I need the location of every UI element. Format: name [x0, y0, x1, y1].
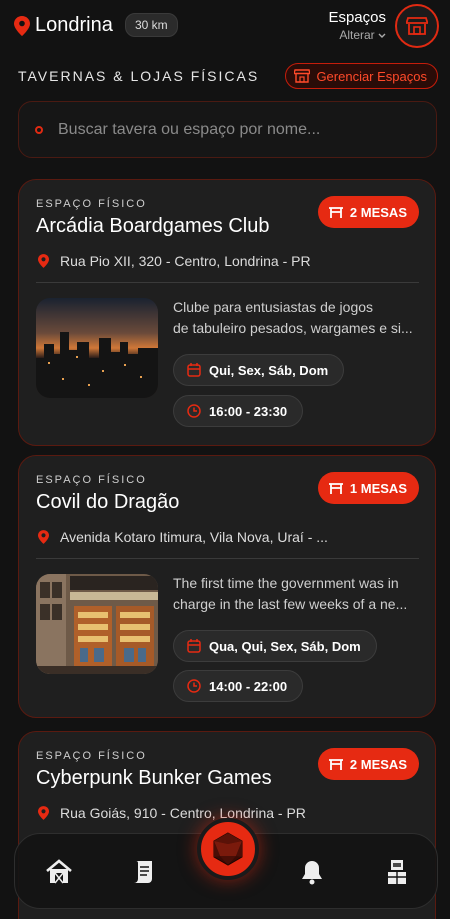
venue-photo-shopfront [36, 574, 158, 674]
location-pin-icon [38, 254, 49, 268]
radius-badge[interactable]: 30 km [125, 13, 178, 37]
tavern-icon [46, 859, 72, 884]
search-box[interactable] [18, 101, 437, 158]
calendar-icon [187, 639, 201, 653]
venue-kind: ESPAÇO FÍSICO [36, 750, 147, 762]
venue-card[interactable]: ESPAÇO FÍSICO Arcádia Boardgames Club 2 … [18, 179, 436, 446]
nav-taverns[interactable] [43, 856, 75, 888]
top-header: Londrina 30 km Espaços Alterar [0, 0, 450, 56]
venue-photo-city-sunset [36, 298, 158, 398]
venue-name: Arcádia Boardgames Club [36, 215, 270, 237]
venue-address: Avenida Kotaro Itimura, Vila Nova, Uraí … [38, 529, 328, 545]
venue-kind: ESPAÇO FÍSICO [36, 474, 147, 486]
store-button[interactable] [395, 4, 439, 48]
days-chip: Qui, Sex, Sáb, Dom [173, 354, 345, 386]
days-chip: Qua, Qui, Sex, Sáb, Dom [173, 630, 377, 662]
tables-badge: 2 MESAS [317, 196, 419, 228]
venue-name: Covil do Dragão [36, 491, 180, 513]
search-input[interactable] [58, 120, 418, 139]
clock-icon [187, 679, 201, 693]
tables-badge: 2 MESAS [317, 748, 419, 780]
hours-chip: 16:00 - 23:30 [173, 395, 304, 427]
section-title: TAVERNAS & LOJAS FÍSICAS [18, 68, 260, 84]
table-icon [328, 207, 343, 218]
venue-card[interactable]: ESPAÇO FÍSICO Covil do Dragão 1 MESAS Av… [18, 455, 436, 718]
play-dice-button[interactable] [197, 818, 259, 880]
venue-kind: ESPAÇO FÍSICO [36, 198, 147, 210]
manage-spaces-button[interactable]: Gerenciar Espaços [285, 63, 438, 89]
spaces-title: Espaços [328, 9, 386, 26]
section-header: TAVERNAS & LOJAS FÍSICAS Gerenciar Espaç… [18, 63, 438, 91]
divider [36, 558, 419, 559]
d20-icon [213, 832, 243, 866]
table-icon [328, 759, 343, 770]
hours-chip: 14:00 - 22:00 [173, 670, 304, 702]
venue-address: Rua Goiás, 910 - Centro, Londrina - PR [38, 805, 306, 821]
venue-address: Rua Pio XII, 320 - Centro, Londrina - PR [38, 253, 311, 269]
location-pin-icon [38, 530, 49, 544]
store-icon [406, 17, 428, 35]
change-link[interactable]: Alterar [328, 28, 386, 42]
nav-quests[interactable] [127, 856, 159, 888]
city-name: Londrina [35, 14, 113, 36]
calendar-icon [187, 363, 201, 377]
search-icon [35, 125, 43, 134]
clock-icon [187, 404, 201, 418]
bell-icon [302, 861, 322, 885]
scroll-icon [134, 861, 152, 883]
location-selector[interactable]: Londrina [14, 14, 113, 37]
nav-profile[interactable] [381, 856, 413, 888]
venue-description: Clube para entusiastas de jogos de tabul… [173, 299, 413, 336]
location-pin-icon [14, 15, 30, 36]
manage-spaces-label: Gerenciar Espaços [316, 68, 427, 84]
table-icon [328, 483, 343, 494]
tables-badge: 1 MESAS [317, 472, 419, 504]
nav-notifications[interactable] [296, 856, 328, 888]
divider [36, 282, 419, 283]
venue-description: The first time the government was in cha… [173, 575, 408, 612]
knight-icon [388, 860, 406, 884]
store-icon [294, 69, 311, 83]
location-pin-icon [38, 806, 49, 820]
chevron-down-icon [378, 33, 386, 38]
venue-name: Cyberpunk Bunker Games [36, 767, 272, 789]
spaces-switcher[interactable]: Espaços Alterar [328, 9, 386, 42]
